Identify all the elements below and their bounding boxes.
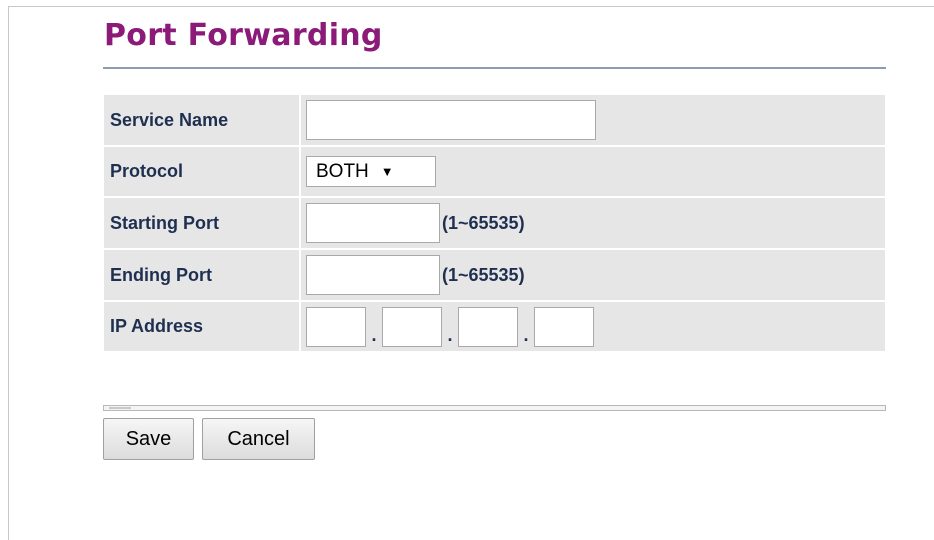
service-name-row: Service Name bbox=[104, 95, 885, 145]
ip-separator: . bbox=[447, 324, 453, 345]
protocol-label: Protocol bbox=[104, 147, 299, 196]
ip-separator: . bbox=[371, 324, 377, 345]
ending-port-range: (1~65535) bbox=[442, 264, 525, 285]
page-title: Port Forwarding bbox=[104, 18, 383, 53]
ip-address-row: IP Address ... bbox=[104, 302, 885, 351]
starting-port-cell: (1~65535) bbox=[301, 198, 885, 248]
protocol-cell: BOTH ▼ bbox=[301, 147, 885, 196]
cancel-button[interactable]: Cancel bbox=[202, 418, 315, 460]
ip-address-cell: ... bbox=[301, 302, 885, 351]
protocol-selected-value: BOTH bbox=[316, 160, 369, 182]
service-name-label: Service Name bbox=[104, 95, 299, 145]
starting-port-label: Starting Port bbox=[104, 198, 299, 248]
dropdown-arrow-icon: ▼ bbox=[380, 164, 394, 179]
ending-port-input[interactable] bbox=[306, 255, 440, 295]
service-name-input[interactable] bbox=[306, 100, 596, 140]
starting-port-row: Starting Port (1~65535) bbox=[104, 198, 885, 248]
port-forwarding-form: Service Name Protocol BOTH ▼ Starting Po… bbox=[102, 93, 887, 353]
ending-port-cell: (1~65535) bbox=[301, 250, 885, 300]
ending-port-label: Ending Port bbox=[104, 250, 299, 300]
service-name-cell bbox=[301, 95, 885, 145]
ip-separator: . bbox=[523, 324, 529, 345]
section-divider bbox=[103, 405, 886, 411]
title-underline bbox=[103, 67, 886, 69]
starting-port-range: (1~65535) bbox=[442, 212, 525, 233]
ip-octet-4-input[interactable] bbox=[534, 306, 594, 347]
ip-octet-2-input[interactable] bbox=[382, 306, 442, 347]
ip-octet-3-input[interactable] bbox=[458, 306, 518, 347]
save-button[interactable]: Save bbox=[103, 418, 194, 460]
protocol-row: Protocol BOTH ▼ bbox=[104, 147, 885, 196]
ip-address-label: IP Address bbox=[104, 302, 299, 351]
divider-handle bbox=[109, 407, 131, 409]
ending-port-row: Ending Port (1~65535) bbox=[104, 250, 885, 300]
ip-octet-1-input[interactable] bbox=[306, 306, 366, 347]
starting-port-input[interactable] bbox=[306, 203, 440, 243]
protocol-select[interactable]: BOTH ▼ bbox=[306, 156, 436, 187]
